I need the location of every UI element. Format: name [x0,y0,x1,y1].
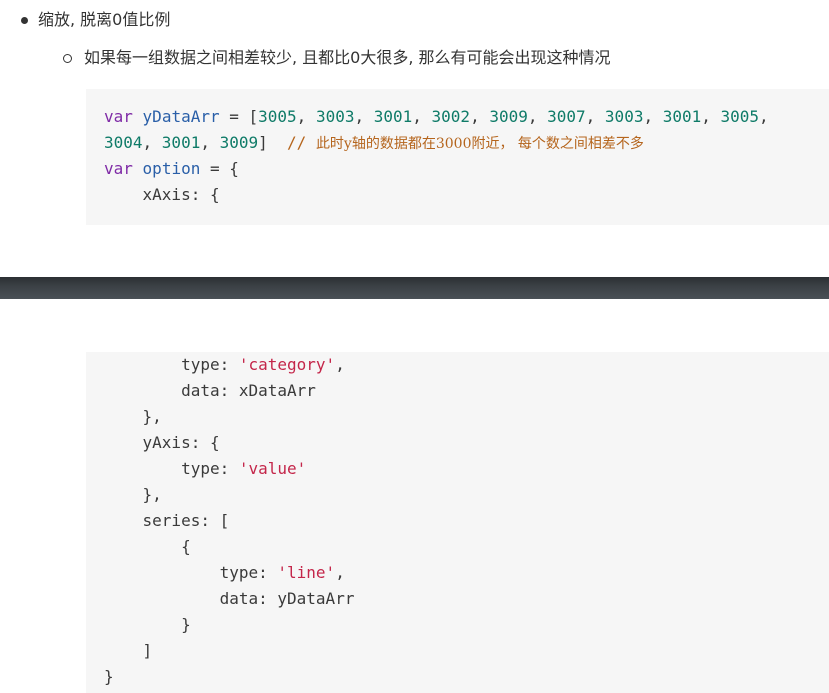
comma: , [335,355,345,374]
code-line: xAxis: { [104,185,220,204]
property-key: type: [104,459,239,478]
code-line: data: xDataArr [104,381,316,400]
string: 'category' [238,355,336,374]
string: 'line' [277,563,336,582]
document-page: 缩放, 脱离0值比例 如果每一组数据之间相差较少, 且都比0大很多, 那么有可能… [0,0,829,693]
comment-slash: // [287,133,316,152]
code-line: }, [104,407,162,426]
comma: , [200,133,220,152]
code-line: } [104,667,114,686]
code-line: ] [104,641,153,660]
circle-bullet-icon [63,54,72,63]
code-line: yAxis: { [104,433,220,452]
code-block-bottom: type: 'category', data: xDataArr }, yAxi… [86,352,829,693]
string: 'value' [238,459,307,478]
code-line: 3004, 3001, 3009] // 此时y轴的数据都在3000附近， 每个… [104,130,644,156]
code-line: series: [ [104,511,230,530]
code-line: type: 'line', [104,560,345,586]
comma: , [759,107,779,126]
code-comment: 此时y轴的数据都在3000附近， 每个数之间相差不多 [315,136,644,152]
comma: , [354,107,374,126]
number: 3005 [258,107,297,126]
comma: , [412,107,432,126]
comma: , [470,107,490,126]
number: 3002 [431,107,471,126]
code-line: type: 'category', [104,352,345,378]
comma: , [585,107,605,126]
keyword-var: var [104,107,133,126]
code-block-top: var yDataArr = [3005, 3003, 3001, 3002, … [86,89,829,225]
comma: , [296,107,316,126]
screenshot-separator-bar [0,277,829,299]
number: 3003 [604,107,644,126]
code-line: }, [104,485,162,504]
number: 3009 [489,107,528,126]
number: 3004 [104,133,143,152]
keyword-var: var [104,159,133,178]
code-line: var yDataArr = [3005, 3003, 3001, 3002, … [104,104,778,130]
operator: = { [200,159,239,178]
property-key: type: [104,355,239,374]
comma: , [335,563,345,582]
number: 3001 [161,133,201,152]
comma: , [701,107,721,126]
comma: , [643,107,663,126]
code-line: } [104,615,191,634]
comma: , [527,107,548,126]
bracket: ] [258,133,288,152]
number: 3001 [373,107,413,126]
code-line: type: 'value' [104,456,306,482]
sub-bullet-text: 如果每一组数据之间相差较少, 且都比0大很多, 那么有可能会出现这种情况 [84,48,611,67]
bullet-text: 缩放, 脱离0值比例 [38,10,171,29]
property-key: type: [104,563,278,582]
number: 3001 [662,107,702,126]
number: 3007 [547,107,586,126]
number: 3009 [219,133,259,152]
identifier: option [142,159,201,178]
code-line: data: yDataArr [104,589,355,608]
operator: = [ [219,107,259,126]
code-line: var option = { [104,156,239,182]
number: 3005 [720,107,760,126]
identifier: yDataArr [142,107,220,126]
number: 3003 [315,107,355,126]
comma: , [142,133,162,152]
bullet-dot-icon [21,17,28,24]
code-line: { [104,537,191,556]
